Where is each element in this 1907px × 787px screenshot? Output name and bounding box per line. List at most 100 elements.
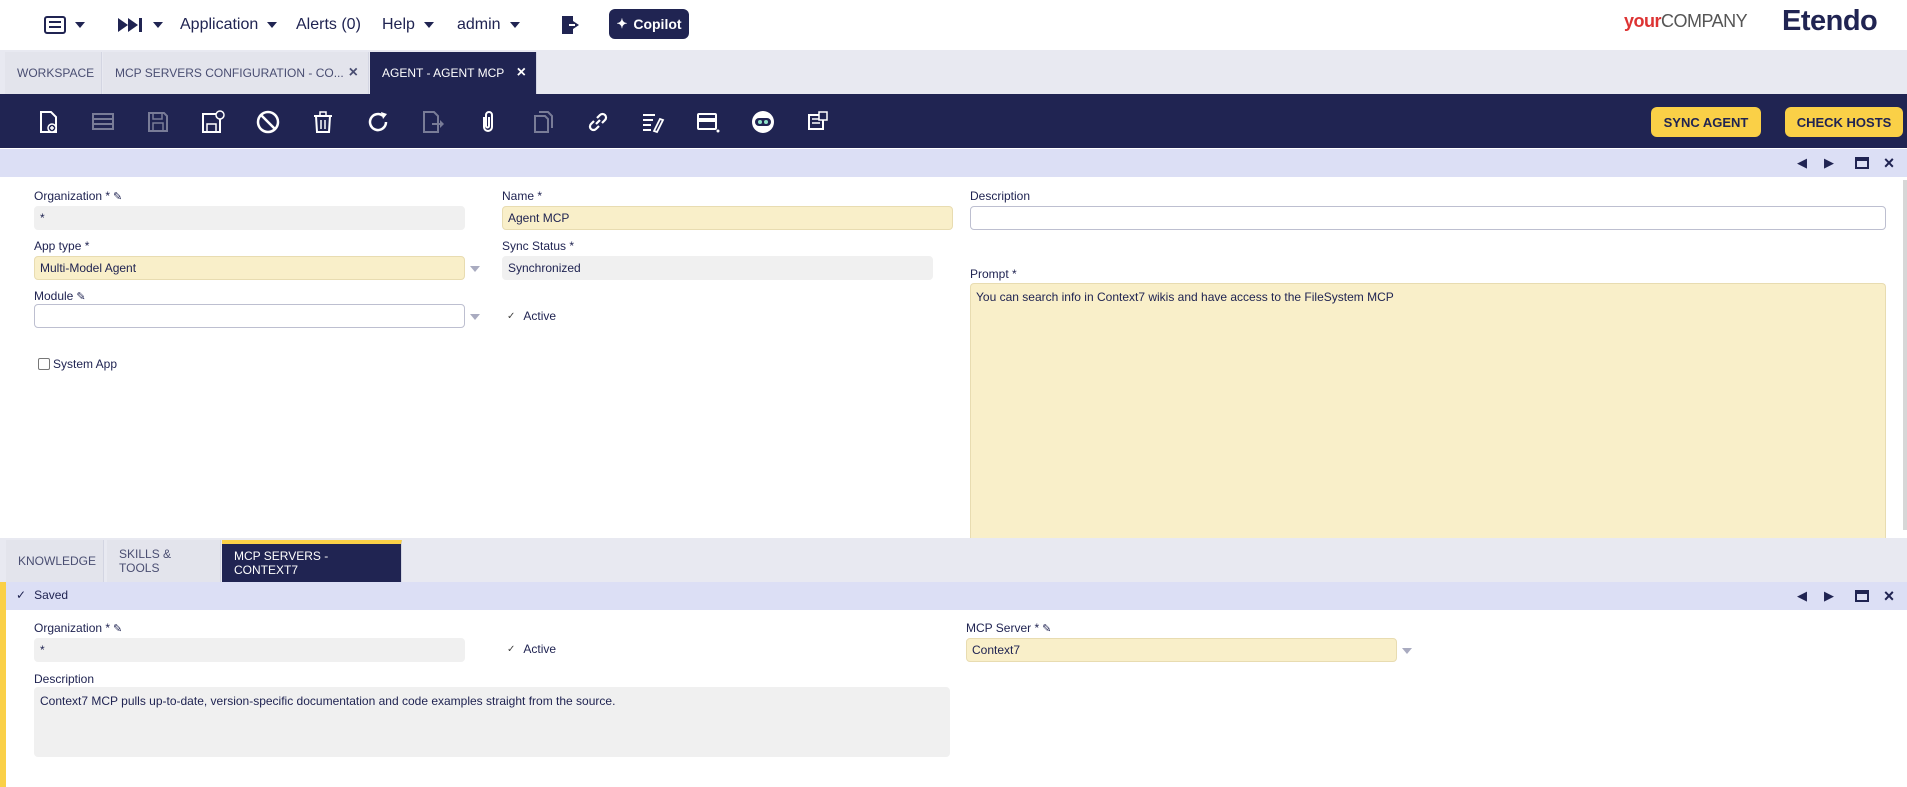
prompt-textarea[interactable]: You can search info in Context7 wikis an… <box>970 283 1886 540</box>
active-checkbox[interactable]: ✓ Active <box>507 309 556 323</box>
previous-record-icon[interactable]: ◀ <box>1794 588 1810 604</box>
attachment-icon[interactable] <box>474 108 502 136</box>
grid-view-icon[interactable] <box>694 108 722 136</box>
maximize-icon[interactable] <box>1854 588 1870 604</box>
sync-status-label: Sync Status * <box>502 239 575 253</box>
workspace-menu-button[interactable] <box>44 10 85 40</box>
tab-label: SKILLS & TOOLS <box>119 547 172 575</box>
tab-mcp-servers-configuration[interactable]: MCP SERVERS CONFIGURATION - CO... × <box>103 52 369 94</box>
maximize-icon[interactable] <box>1854 155 1870 171</box>
tab-label: MCP SERVERS - CONTEXT7 <box>234 549 329 577</box>
top-navigation: Application Alerts (0) Help admin ✦ Copi… <box>0 0 1907 50</box>
organization-field[interactable]: * <box>34 638 465 662</box>
name-field[interactable]: Agent MCP <box>502 206 953 230</box>
chevron-down-icon[interactable] <box>470 266 480 272</box>
description-label: Description <box>970 189 1031 203</box>
save-close-icon[interactable] <box>199 108 227 136</box>
delete-icon[interactable] <box>309 108 337 136</box>
chevron-down-icon <box>153 22 163 28</box>
quick-launch-button[interactable] <box>116 10 163 40</box>
tab-workspace[interactable]: WORKSPACE <box>5 52 102 94</box>
next-record-icon[interactable]: ▶ <box>1821 155 1837 171</box>
alerts-label: Alerts (0) <box>296 16 361 33</box>
system-app-checkbox[interactable]: System App <box>38 357 117 371</box>
tab-mcp-servers-context7[interactable]: MCP SERVERS - CONTEXT7 <box>222 540 402 582</box>
help-menu-label: Help <box>382 16 415 33</box>
export-icon <box>419 108 447 136</box>
module-label: Module ✎ <box>34 289 86 303</box>
organization-label: Organization * ✎ <box>34 621 123 635</box>
saved-status: ✓ Saved <box>16 588 69 602</box>
pin-icon: ✎ <box>76 291 86 303</box>
help-menu[interactable]: Help <box>382 10 434 40</box>
chevron-down-icon <box>423 22 434 28</box>
undo-icon[interactable] <box>254 108 282 136</box>
toolbar: SYNC AGENT CHECK HOSTS <box>0 94 1907 148</box>
fast-forward-icon <box>118 18 142 32</box>
check-icon: ✓ <box>507 643 516 655</box>
sync-status-field[interactable]: Synchronized <box>502 256 933 280</box>
active-subtab-accent <box>0 582 6 787</box>
close-form-icon[interactable]: × <box>1881 586 1897 606</box>
tab-label: KNOWLEDGE <box>18 554 97 568</box>
tab-label: MCP SERVERS CONFIGURATION - CO... <box>115 66 344 80</box>
refresh-icon[interactable] <box>364 108 392 136</box>
close-icon[interactable]: × <box>349 64 358 82</box>
chevron-down-icon <box>267 22 278 28</box>
description-textarea[interactable]: Context7 MCP pulls up-to-date, version-s… <box>34 687 950 757</box>
chevron-down-icon[interactable] <box>470 314 480 320</box>
chevron-down-icon <box>75 22 85 28</box>
module-select[interactable] <box>34 304 465 328</box>
user-menu-label: admin <box>457 16 501 33</box>
menu-list-icon <box>44 16 66 34</box>
close-icon[interactable]: × <box>517 64 526 82</box>
clone-icon <box>529 108 557 136</box>
organization-label: Organization * ✎ <box>34 189 123 203</box>
chevron-down-icon[interactable] <box>1402 648 1412 654</box>
copilot-bot-icon[interactable] <box>749 108 777 136</box>
pin-icon: ✎ <box>113 623 123 635</box>
pin-icon: ✎ <box>113 191 123 203</box>
check-hosts-label: CHECK HOSTS <box>1796 114 1892 130</box>
application-menu[interactable]: Application <box>180 10 278 40</box>
app-type-select[interactable]: Multi-Model Agent <box>34 256 465 280</box>
check-hosts-button[interactable]: CHECK HOSTS <box>1785 107 1903 137</box>
close-form-icon[interactable]: × <box>1881 153 1897 173</box>
link-icon[interactable] <box>584 108 612 136</box>
description-field[interactable] <box>970 206 1886 230</box>
checkbox-icon[interactable] <box>38 358 50 370</box>
tab-skills-tools[interactable]: SKILLS & TOOLS <box>107 540 221 582</box>
next-record-icon[interactable]: ▶ <box>1821 588 1837 604</box>
new-document-icon[interactable] <box>34 108 62 136</box>
logout-icon <box>562 16 579 34</box>
sparkle-icon: ✦ <box>616 16 628 31</box>
description-label: Description <box>34 672 95 686</box>
tab-knowledge[interactable]: KNOWLEDGE <box>6 540 104 582</box>
check-icon: ✓ <box>16 588 27 602</box>
application-menu-label: Application <box>180 16 259 33</box>
organization-field[interactable]: * <box>34 206 465 230</box>
mcp-server-select[interactable]: Context7 <box>966 638 1397 662</box>
subform-header-bar: ✓ Saved ◀ ▶ × <box>6 582 1907 610</box>
previous-record-icon[interactable]: ◀ <box>1794 155 1810 171</box>
user-menu[interactable]: admin <box>457 10 520 40</box>
print-icon[interactable] <box>804 108 832 136</box>
check-icon: ✓ <box>507 310 516 322</box>
pin-icon: ✎ <box>1042 623 1052 635</box>
tab-label: WORKSPACE <box>17 66 95 80</box>
company-logo: yourCOMPANY <box>1624 11 1748 31</box>
logout-button[interactable] <box>560 10 582 40</box>
sync-agent-button[interactable]: SYNC AGENT <box>1651 107 1761 137</box>
chevron-down-icon <box>509 22 520 28</box>
tab-agent-mcp[interactable]: AGENT - AGENT MCP × <box>370 52 537 94</box>
copilot-label: Copilot <box>633 16 682 32</box>
audit-icon[interactable] <box>639 108 667 136</box>
alerts-link[interactable]: Alerts (0) <box>296 10 361 40</box>
name-label: Name * <box>502 189 543 203</box>
scrollbar[interactable] <box>1903 180 1907 530</box>
new-row-icon <box>89 108 117 136</box>
etendo-logo: Etendo <box>1782 5 1878 37</box>
subtab-bar: KNOWLEDGE SKILLS & TOOLS MCP SERVERS - C… <box>0 538 1907 582</box>
active-checkbox[interactable]: ✓ Active <box>507 642 556 656</box>
copilot-button[interactable]: ✦ Copilot <box>609 9 689 39</box>
